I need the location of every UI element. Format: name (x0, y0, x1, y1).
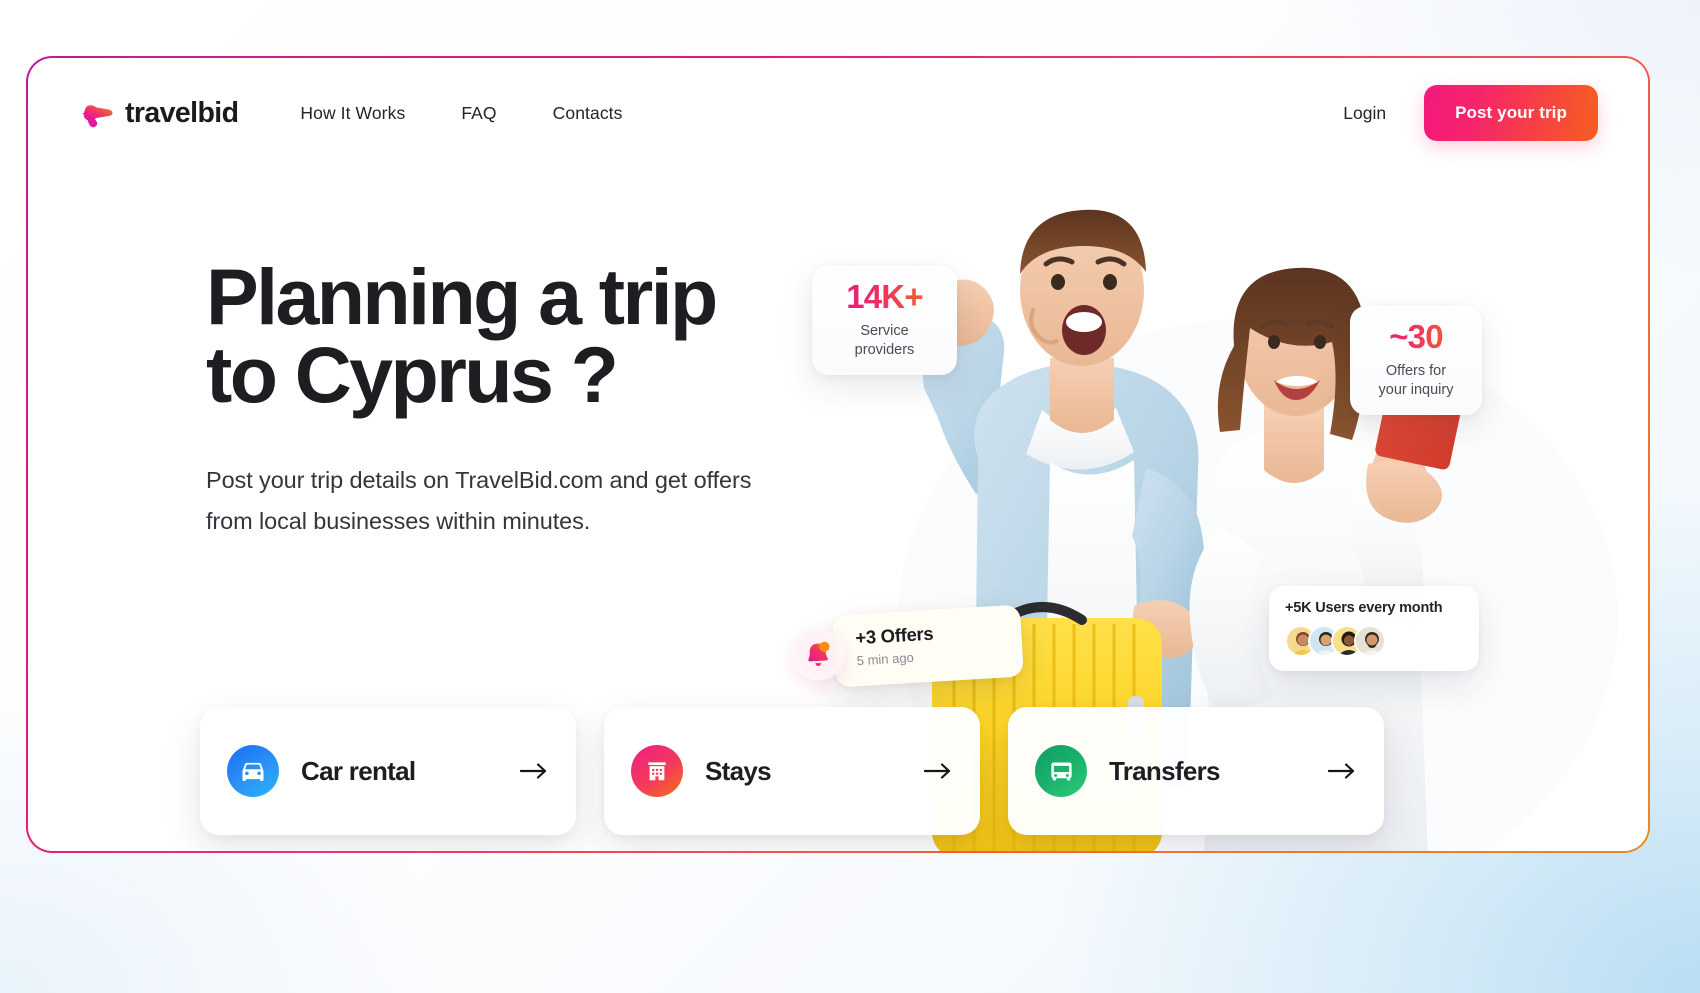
hero-title: Planning a trip to Cyprus ? (206, 252, 718, 420)
service-arrow-transfers[interactable] (1328, 761, 1356, 781)
service-label-car-rental: Car rental (301, 755, 416, 786)
service-arrow-stays[interactable] (924, 761, 952, 781)
main-navigation: How It Works FAQ Contacts (300, 103, 622, 124)
arrow-right-icon (520, 763, 547, 779)
frame-content: travelbid How It Works FAQ Contacts Logi… (28, 58, 1648, 851)
service-card-stays[interactable]: Stays (604, 707, 980, 835)
users-badge-title: +5K Users every month (1285, 600, 1443, 616)
hero-subtitle: Post your trip details on TravelBid.com … (206, 467, 752, 534)
hero-section: Planning a trip to Cyprus ? Post your tr… (206, 252, 846, 541)
stat-value-offers: ~30 (1370, 320, 1462, 353)
service-arrow-car-rental[interactable] (520, 761, 548, 781)
stat-label-providers: Service providers (854, 323, 915, 358)
bus-icon (1050, 762, 1072, 780)
building-icon (648, 762, 666, 781)
nav-item-faq[interactable]: FAQ (461, 103, 496, 124)
stat-value-providers: 14K+ (832, 280, 937, 313)
login-link[interactable]: Login (1333, 97, 1396, 130)
brand-logo[interactable]: travelbid (80, 96, 239, 130)
notification-text: +3 Offers 5 min ago (832, 604, 1023, 669)
avatar-group (1285, 625, 1463, 657)
service-label-stays: Stays (705, 755, 772, 786)
nav-item-contacts[interactable]: Contacts (553, 103, 623, 124)
car-icon (242, 762, 264, 781)
service-card-car-rental[interactable]: Car rental (200, 707, 576, 835)
post-your-trip-button[interactable]: Post your trip (1424, 85, 1598, 141)
bell-icon (808, 641, 830, 667)
browser-frame: travelbid How It Works FAQ Contacts Logi… (26, 56, 1650, 853)
service-label-transfers: Transfers (1109, 755, 1220, 786)
arrow-right-icon (924, 763, 951, 779)
nav-item-how-it-works[interactable]: How It Works (300, 103, 405, 124)
service-card-transfers[interactable]: Transfers (1008, 707, 1384, 835)
avatar (1354, 625, 1386, 657)
building-icon-badge (631, 745, 683, 797)
header-actions: Login Post your trip (1333, 85, 1598, 141)
car-icon-badge (227, 745, 279, 797)
bus-icon-badge (1035, 745, 1087, 797)
page-background: travelbid How It Works FAQ Contacts Logi… (0, 0, 1700, 993)
offers-notification-card: +3 Offers 5 min ago (790, 604, 1024, 688)
stat-card-offers: ~30 Offers for your inquiry (1350, 306, 1482, 416)
users-badge-card: +5K Users every month (1269, 586, 1479, 671)
plane-logo-icon (82, 105, 113, 128)
arrow-right-icon (1328, 763, 1355, 779)
avatar-image-4 (1356, 627, 1384, 655)
stat-card-service-providers: 14K+ Service providers (812, 266, 957, 376)
service-cards-row: Car rental Stays Transfers (200, 707, 1384, 835)
brand-name: travelbid (125, 96, 239, 129)
site-header: travelbid How It Works FAQ Contacts Logi… (28, 58, 1648, 168)
stat-label-offers: Offers for your inquiry (1378, 363, 1454, 398)
